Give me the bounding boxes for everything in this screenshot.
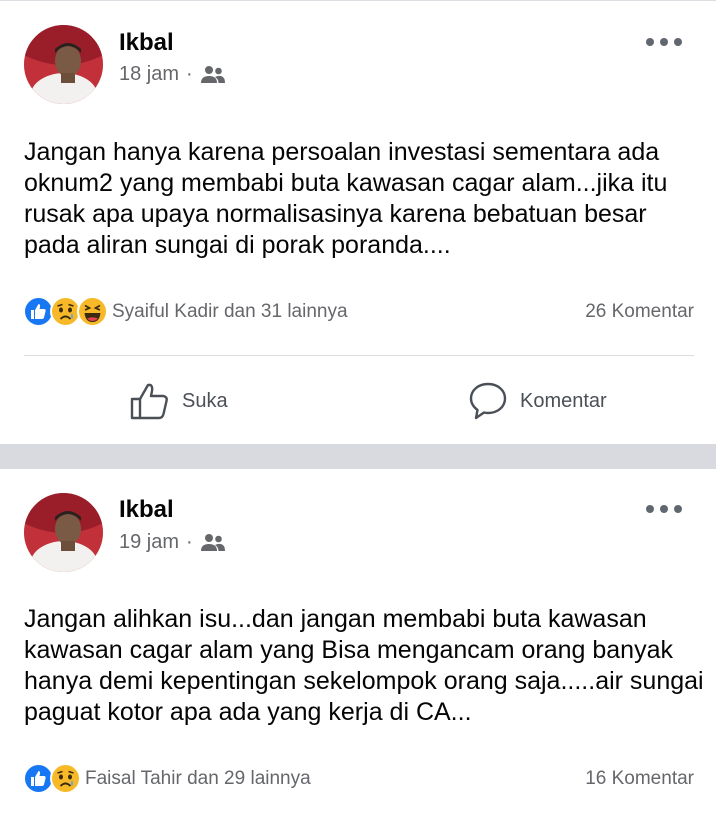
friends-icon — [200, 533, 225, 551]
dot — [674, 38, 682, 46]
reactions-summary[interactable]: Syaiful Kadir dan 31 lainnya — [23, 296, 348, 327]
post-meta: 18 jam · — [119, 63, 225, 86]
post-time[interactable]: 19 jam — [119, 531, 179, 554]
comment-label: Komentar — [520, 389, 607, 412]
dot — [674, 505, 682, 513]
post-text: Jangan alihkan isu...dan jangan membabi … — [24, 605, 704, 726]
post-meta: 19 jam · — [119, 531, 225, 554]
comment-count[interactable]: 26 Komentar — [585, 301, 694, 323]
reactors-text[interactable]: Faisal Tahir dan 29 lainnya — [85, 768, 311, 790]
reactors-text[interactable]: Syaiful Kadir dan 31 lainnya — [112, 301, 348, 323]
post-author[interactable]: Ikbal — [119, 496, 174, 524]
post-author[interactable]: Ikbal — [119, 29, 174, 57]
post-text: Jangan hanya karena persoalan investasi … — [24, 138, 668, 259]
thumbs-up-icon — [130, 383, 168, 420]
reactions-summary[interactable]: Faisal Tahir dan 29 lainnya — [23, 763, 311, 794]
meta-separator: · — [186, 531, 193, 553]
more-options-button[interactable] — [646, 35, 682, 49]
post-card: Ikbal 18 jam · Jangan hanya karena perso… — [0, 0, 716, 444]
comment-button[interactable]: Komentar — [468, 381, 607, 421]
avatar[interactable] — [24, 493, 103, 572]
sad-reaction-icon — [50, 763, 81, 794]
friends-icon — [200, 65, 225, 83]
avatar[interactable] — [24, 25, 103, 104]
like-button[interactable]: Suka — [130, 381, 228, 421]
haha-reaction-icon — [77, 296, 108, 327]
post-time[interactable]: 18 jam — [119, 63, 179, 86]
dot — [646, 38, 654, 46]
comment-count[interactable]: 16 Komentar — [585, 768, 694, 790]
dot — [646, 505, 654, 513]
comment-icon — [469, 382, 507, 420]
meta-separator: · — [186, 63, 193, 85]
post-separator — [0, 444, 716, 469]
divider — [24, 355, 694, 356]
dot — [660, 38, 668, 46]
like-label: Suka — [182, 389, 228, 412]
more-options-button[interactable] — [646, 502, 682, 516]
post-card: Ikbal 19 jam · Jangan alihkan isu...dan … — [0, 469, 716, 821]
dot — [660, 505, 668, 513]
